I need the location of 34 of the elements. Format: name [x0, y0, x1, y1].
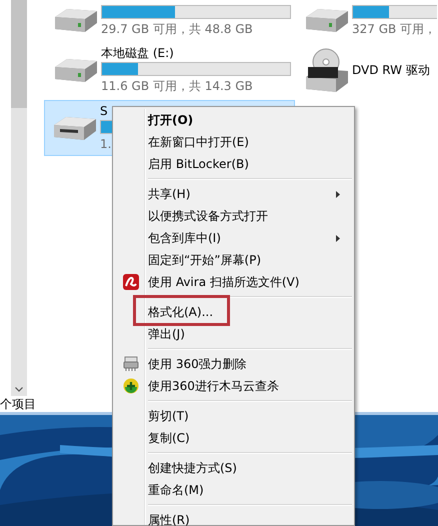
- menu-item[interactable]: 弹出(J): [148, 326, 185, 342]
- status-text: 个项目: [0, 396, 36, 412]
- menu-item[interactable]: 以便携式设备方式打开: [148, 208, 268, 224]
- chevron-down-icon[interactable]: [15, 387, 23, 392]
- drive-tile[interactable]: 本地磁盘 (E:) 11.6 GB 可用，共 14.3 GB: [44, 40, 295, 100]
- menu-item[interactable]: 共享(H): [148, 186, 190, 202]
- menu-item[interactable]: 固定到“开始”屏幕(P): [148, 252, 262, 268]
- menu-item[interactable]: 重命名(M): [148, 482, 204, 498]
- free-space-text: 29.7 GB 可用，共 48.8 GB: [101, 21, 253, 37]
- menu-item[interactable]: 创建快捷方式(S): [148, 460, 237, 476]
- drive-tile[interactable]: 327 GB 可用，: [295, 0, 438, 40]
- menu-item[interactable]: 使用 360强力删除: [148, 356, 247, 372]
- free-space-text: 11.6 GB 可用，共 14.3 GB: [101, 78, 253, 94]
- free-space-text: 1.: [100, 136, 112, 152]
- plus-circle-icon: [123, 378, 139, 394]
- drive-tile[interactable]: 29.7 GB 可用，共 48.8 GB: [44, 0, 295, 40]
- menu-item[interactable]: 格式化(A)...: [148, 304, 214, 320]
- app-logo-icon: [123, 274, 139, 290]
- drive-name: S: [100, 104, 108, 118]
- free-space-text: 327 GB 可用，: [352, 21, 436, 37]
- menu-item[interactable]: 在新窗口中打开(E): [148, 134, 249, 150]
- drive-name: DVD RW 驱动: [352, 62, 430, 78]
- menu-item[interactable]: 包含到库中(I): [148, 230, 221, 246]
- scroll-bar[interactable]: [11, 0, 27, 396]
- menu-item[interactable]: 启用 BitLocker(B): [148, 156, 249, 172]
- menu-item[interactable]: 使用360进行木马云查杀: [148, 378, 279, 394]
- menu-item[interactable]: 打开(O): [148, 112, 194, 128]
- drive-name: 本地磁盘 (E:): [101, 46, 174, 60]
- menu-item[interactable]: 属性(R): [148, 512, 190, 526]
- shredder-icon: [123, 356, 139, 372]
- menu-item[interactable]: 使用 Avira 扫描所选文件(V): [148, 274, 300, 290]
- menu-item[interactable]: 复制(C): [148, 430, 190, 446]
- menu-item[interactable]: 剪切(T): [148, 408, 189, 424]
- drive-tile[interactable]: DVD RW 驱动: [295, 40, 438, 100]
